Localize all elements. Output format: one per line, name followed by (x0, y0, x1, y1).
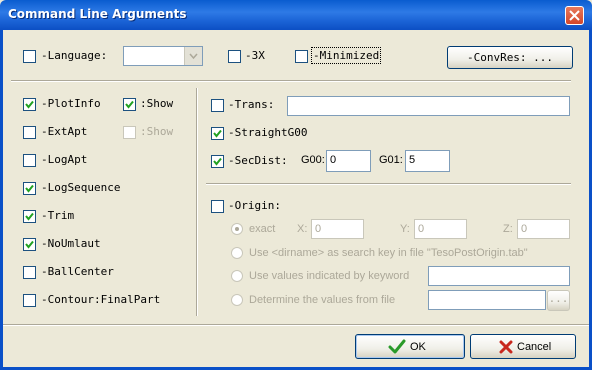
keyword-radio[interactable] (231, 270, 243, 282)
straightg00-label: -StraightG00 (228, 126, 308, 139)
language-label: -Language: (41, 49, 108, 62)
z-label: Z: (503, 223, 513, 235)
extapt-label: -ExtApt (41, 125, 88, 138)
exact-radio[interactable] (231, 223, 243, 235)
secdist-checkbox[interactable] (211, 155, 224, 168)
close-button[interactable] (565, 6, 584, 25)
cancel-button[interactable]: Cancel (470, 334, 576, 359)
g01-input[interactable]: 5 (405, 150, 450, 172)
plotinfo-show-label: :Show (140, 97, 174, 110)
check-icon (25, 100, 34, 109)
close-icon (569, 10, 580, 21)
cancel-x-icon (499, 340, 513, 354)
bottom-divider (3, 324, 589, 326)
y-label: Y: (400, 223, 410, 235)
ok-button[interactable]: OK (355, 334, 465, 359)
trim-checkbox[interactable] (23, 210, 36, 223)
cancel-label: Cancel (517, 341, 552, 353)
minimized-checkbox[interactable] (295, 50, 308, 63)
convres-button[interactable]: -ConvRes: ... (447, 46, 573, 69)
dirname-radio[interactable] (231, 247, 243, 259)
language-dropdown-button[interactable] (184, 47, 202, 65)
3x-checkbox[interactable] (228, 50, 241, 63)
check-icon (213, 157, 222, 166)
trim-label: -Trim (41, 209, 75, 222)
ballcenter-checkbox[interactable] (23, 266, 36, 279)
file-radio[interactable] (231, 294, 243, 306)
file-label: Determine the values from file (249, 294, 396, 306)
file-input[interactable] (428, 290, 546, 310)
origin-label: -Origin: (228, 199, 281, 212)
check-icon (25, 212, 34, 221)
noumlaut-checkbox[interactable] (23, 238, 36, 251)
ok-label: OK (410, 341, 426, 353)
language-select[interactable] (123, 46, 203, 66)
check-icon (25, 240, 34, 249)
plotinfo-checkbox[interactable] (23, 98, 36, 111)
window-title: Command Line Arguments (8, 7, 187, 21)
x-input[interactable]: 0 (311, 219, 364, 239)
check-icon (125, 100, 134, 109)
contour-label: -Contour:FinalPart (41, 293, 161, 306)
keyword-input[interactable] (428, 266, 570, 286)
x-label: X: (297, 223, 308, 235)
plotinfo-label: -PlotInfo (41, 97, 101, 110)
g01-label: G01: (379, 154, 403, 166)
language-checkbox[interactable] (23, 50, 36, 63)
y-input[interactable]: 0 (414, 219, 467, 239)
chevron-down-icon (189, 53, 198, 60)
check-icon (213, 129, 222, 138)
browse-button[interactable]: ... (547, 290, 570, 311)
column-divider (196, 88, 198, 316)
extapt-checkbox[interactable] (23, 126, 36, 139)
exact-label: exact (249, 223, 276, 235)
ballcenter-label: -BallCenter (41, 265, 114, 278)
trans-label: -Trans: (228, 98, 275, 111)
keyword-label: Use values indicated by keyword (249, 270, 410, 282)
dirname-label: Use <dirname> as search key in file "Tes… (249, 247, 528, 259)
trans-checkbox[interactable] (211, 99, 224, 112)
logapt-label: -LogApt (41, 153, 88, 166)
logsequence-label: -LogSequence (41, 181, 121, 194)
z-input[interactable]: 0 (517, 219, 570, 239)
minimized-label: -Minimized (311, 47, 382, 64)
noumlaut-label: -NoUmlaut (41, 237, 101, 250)
straightg00-checkbox[interactable] (211, 127, 224, 140)
g00-input[interactable]: 0 (326, 150, 371, 172)
logsequence-checkbox[interactable] (23, 182, 36, 195)
3x-label: -3X (245, 49, 265, 62)
secdist-label: -SecDist: (228, 154, 288, 167)
checkmark-icon (388, 339, 406, 354)
g00-label: G00: (301, 154, 325, 166)
contour-checkbox[interactable] (23, 294, 36, 307)
trans-input[interactable] (287, 96, 570, 116)
top-divider (11, 80, 571, 82)
extapt-show-label: :Show (140, 125, 174, 138)
check-icon (25, 184, 34, 193)
origin-divider (206, 183, 571, 185)
extapt-show-checkbox[interactable] (123, 126, 136, 139)
origin-checkbox[interactable] (211, 200, 224, 213)
logapt-checkbox[interactable] (23, 154, 36, 167)
plotinfo-show-checkbox[interactable] (123, 98, 136, 111)
